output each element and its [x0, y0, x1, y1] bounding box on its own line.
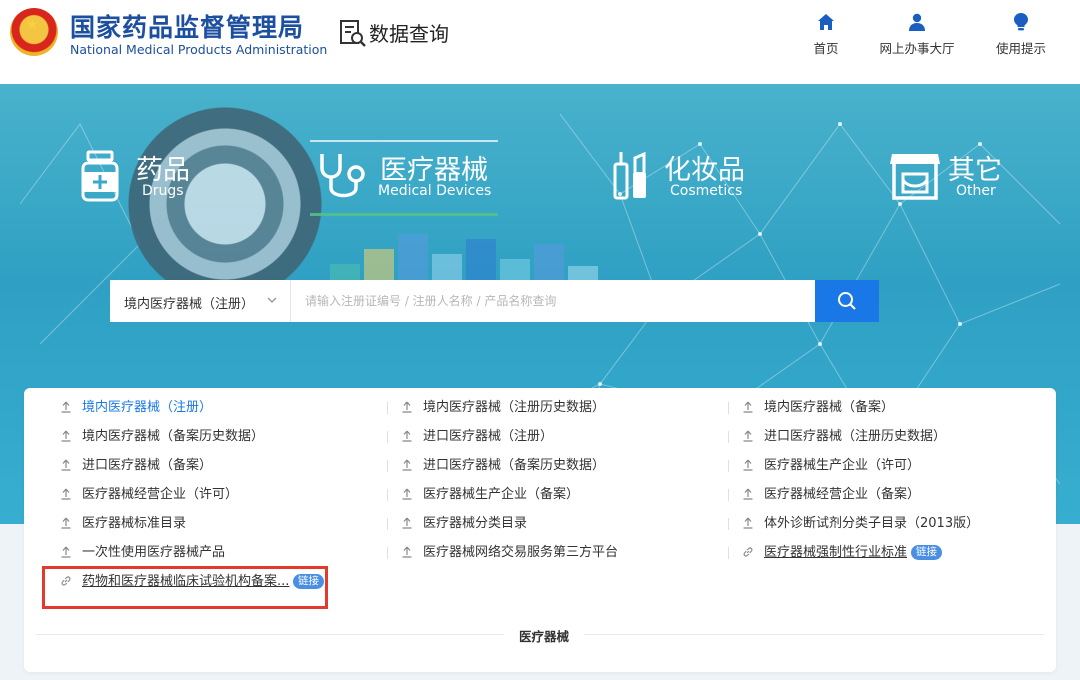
category-medical-devices-cn: 医疗器械: [380, 155, 488, 186]
stethoscope-icon: [320, 154, 365, 198]
column-separator: [387, 489, 388, 501]
db-link-label: 体外诊断试剂分类子目录（2013版）: [764, 516, 980, 531]
upload-icon: [61, 517, 71, 529]
upload-icon: [402, 517, 412, 529]
db-link-label: 医疗器械生产企业（许可）: [764, 458, 921, 473]
search-input[interactable]: [291, 280, 815, 322]
nav-usage-tips-label: 使用提示: [995, 41, 1046, 56]
category-cosmetics-en: Cosmetics: [670, 183, 743, 199]
panel-section-label: 医疗器械: [504, 626, 584, 645]
db-link-label: 境内医疗器械（注册历史数据）: [423, 400, 606, 415]
category-other-cn: 其它: [948, 155, 1002, 186]
national-emblem-icon: ★: [10, 8, 58, 56]
db-link-label: 医疗器械经营企业（备案）: [764, 487, 921, 502]
db-link-label: 医疗器械生产企业（备案）: [423, 487, 580, 502]
active-category-top-line: [310, 140, 498, 142]
db-link-label: 医疗器械分类目录: [423, 516, 528, 531]
db-link-label: 境内医疗器械（备案历史数据）: [82, 429, 265, 444]
db-link-label: 境内医疗器械（注册）: [82, 400, 213, 415]
nav-home[interactable]: 首页: [781, 12, 871, 57]
category-other[interactable]: 其它 Other: [888, 146, 1008, 216]
upload-icon: [402, 488, 412, 500]
db-link-label: 进口医疗器械（备案）: [82, 458, 213, 473]
upload-icon: [743, 517, 753, 529]
db-link-label: 境内医疗器械（备案）: [764, 400, 895, 415]
upload-icon: [61, 459, 71, 471]
column-separator: [387, 460, 388, 472]
column-separator: [728, 460, 729, 472]
db-link-label: 医疗器械标准目录: [82, 516, 187, 531]
user-icon: [909, 13, 925, 31]
db-link-label: 一次性使用医疗器械产品: [82, 545, 226, 560]
brand-title-en: National Medical Products Administration: [70, 42, 328, 57]
column-separator: [728, 431, 729, 443]
db-link-label: 医疗器械经营企业（许可）: [82, 487, 239, 502]
column-separator: [728, 518, 729, 530]
link-badge: 链接: [293, 574, 324, 589]
chevron-down-icon: [267, 297, 277, 303]
search-button[interactable]: [815, 280, 879, 322]
data-query-label: 数据查询: [369, 22, 449, 46]
upload-icon: [402, 401, 412, 413]
db-link-label: 进口医疗器械（备案历史数据）: [423, 458, 606, 473]
category-medical-devices[interactable]: 医疗器械 Medical Devices: [318, 146, 498, 216]
column-separator: [387, 402, 388, 414]
upload-icon: [743, 430, 753, 442]
category-cosmetics-cn: 化妆品: [664, 155, 745, 186]
column-separator: [728, 547, 729, 559]
column-separator: [387, 431, 388, 443]
db-link-label: 药物和医疗器械临床试验机构备案...: [82, 574, 290, 589]
category-cosmetics[interactable]: 化妆品 Cosmetics: [612, 146, 752, 216]
data-query-icon: [340, 20, 366, 47]
column-separator: [728, 489, 729, 501]
category-drugs-en: Drugs: [142, 183, 184, 199]
upload-icon: [743, 459, 753, 471]
db-link-label: 进口医疗器械（注册历史数据）: [764, 429, 947, 444]
nav-usage-tips[interactable]: 使用提示: [976, 12, 1066, 57]
nav-online-service-hall[interactable]: 网上办事大厅: [872, 12, 962, 57]
upload-icon: [743, 488, 753, 500]
column-separator: [387, 547, 388, 559]
column-separator: [387, 518, 388, 530]
active-category-underline: [310, 213, 498, 216]
search-icon: [838, 292, 856, 310]
upload-icon: [402, 546, 412, 558]
search-category-value: 境内医疗器械（注册）: [124, 297, 255, 312]
db-link-label: 医疗器械强制性行业标准: [764, 545, 908, 560]
site-header: ★ 国家药品监督管理局 National Medical Products Ad…: [0, 0, 1080, 84]
nav-home-label: 首页: [813, 41, 839, 56]
cosmetics-icon: [613, 151, 646, 200]
db-link-label: 医疗器械网络交易服务第三方平台: [423, 545, 619, 560]
upload-icon: [743, 401, 753, 413]
nav-online-service-label: 网上办事大厅: [879, 41, 955, 56]
lightbulb-icon: [1014, 13, 1028, 31]
database-links-panel: 境内医疗器械（注册） 境内医疗器械（备案历史数据） 进口医疗器械（备案） 医疗器械经营…: [24, 388, 1056, 672]
upload-icon: [61, 488, 71, 500]
category-drugs-cn: 药品: [136, 155, 190, 186]
search-category-select[interactable]: 境内医疗器械（注册）: [110, 280, 291, 322]
link-icon: [61, 576, 71, 586]
link-icon: [743, 547, 753, 557]
upload-icon: [402, 430, 412, 442]
link-badge: 链接: [911, 545, 942, 560]
upload-icon: [61, 401, 71, 413]
brand-title-cn: 国家药品监督管理局: [70, 13, 305, 42]
column-separator: [728, 402, 729, 414]
category-other-en: Other: [956, 183, 996, 199]
db-link-label: 进口医疗器械（注册）: [423, 429, 554, 444]
category-medical-devices-en: Medical Devices: [378, 183, 492, 199]
category-drugs[interactable]: 药品 Drugs: [80, 146, 190, 216]
upload-icon: [61, 430, 71, 442]
shop-icon: [890, 154, 940, 200]
medicine-bottle-icon: [81, 150, 119, 202]
home-icon: [818, 14, 834, 30]
upload-icon: [61, 546, 71, 558]
upload-icon: [402, 459, 412, 471]
